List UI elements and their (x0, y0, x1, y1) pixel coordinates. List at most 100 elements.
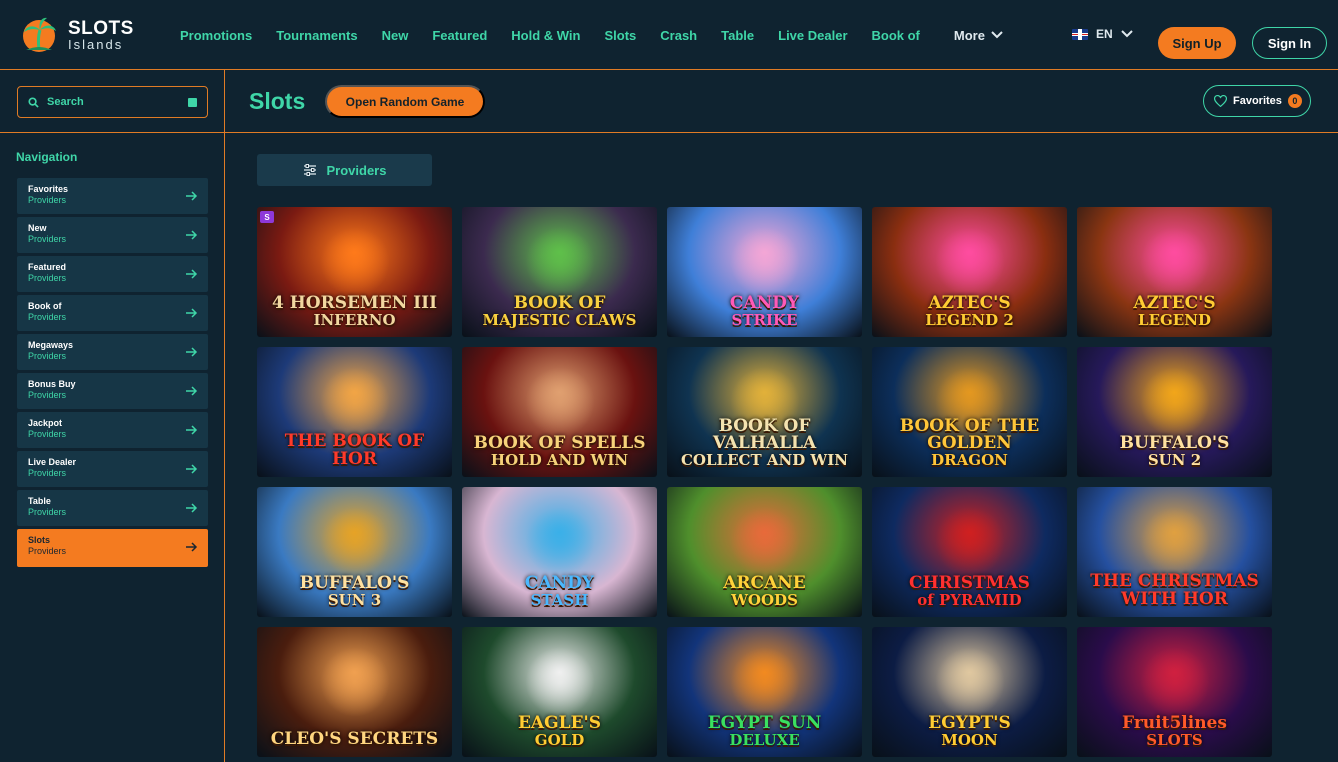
sidebar-item-table[interactable]: Table Providers (17, 490, 208, 526)
game-tile[interactable]: THE CHRISTMAS WITH HOR (1077, 487, 1272, 617)
arrow-right-icon (186, 425, 198, 435)
game-tile[interactable]: BUFFALO'S SUN 3 (257, 487, 452, 617)
game-tile[interactable]: BOOK OF THE GOLDEN DRAGON (872, 347, 1067, 477)
game-subtitle: COLLECT AND WIN (680, 451, 848, 470)
nav-more-dropdown[interactable]: More (954, 28, 1003, 43)
nav-featured[interactable]: Featured (432, 28, 487, 43)
sidebar-item-sublabel: Providers (28, 195, 67, 205)
nav-tournaments[interactable]: Tournaments (276, 28, 357, 43)
sidebar-item-sublabel: Providers (28, 234, 67, 244)
sidebar-item-sublabel: Providers (28, 351, 67, 361)
sidebar-item-sublabel: Providers (28, 312, 67, 322)
game-subtitle: WOODS (731, 591, 798, 610)
sidebar-item-new[interactable]: New Providers (17, 217, 208, 253)
sidebar-item-jackpot[interactable]: Jackpot Providers (17, 412, 208, 448)
game-subtitle: SUN 3 (327, 591, 382, 610)
game-tile[interactable]: AZTEC'S LEGEND 2 (872, 207, 1067, 337)
provider-badge-icon: S (260, 211, 274, 223)
sidebar-item-book-of[interactable]: Book of Providers (17, 295, 208, 331)
game-tile[interactable]: Fruit5lines SLOTS (1077, 627, 1272, 757)
game-artwork (319, 646, 390, 717)
game-artwork (319, 366, 390, 437)
game-subtitle: STRIKE (731, 311, 798, 330)
game-tile[interactable]: BUFFALO'S SUN 2 (1077, 347, 1272, 477)
game-artwork (934, 506, 1005, 577)
search-shortcut-icon (188, 97, 197, 107)
navigation-heading: Navigation (16, 150, 78, 164)
language-selector[interactable]: EN (1072, 27, 1133, 41)
nav-live-dealer[interactable]: Live Dealer (778, 28, 847, 43)
game-subtitle: LEGEND 2 (925, 311, 1014, 330)
sidebar-item-label: Favorites (28, 184, 69, 194)
game-tile[interactable]: BOOK OF MAJESTIC CLAWS (462, 207, 657, 337)
sidebar-item-label: New (28, 223, 47, 233)
chevron-down-icon (1120, 30, 1133, 38)
game-artwork (319, 506, 390, 577)
sidebar-item-bonus-buy[interactable]: Bonus Buy Providers (17, 373, 208, 409)
search-input[interactable]: Search (17, 86, 208, 118)
providers-filter-button[interactable]: Providers (257, 154, 432, 186)
game-artwork (1139, 506, 1210, 577)
game-tile[interactable]: EGYPT SUN DELUXE (667, 627, 862, 757)
game-tile[interactable]: CANDY STRIKE (667, 207, 862, 337)
game-title: BOOK OF VALHALLA (712, 415, 817, 454)
game-tile[interactable]: EAGLE'S GOLD (462, 627, 657, 757)
language-code: EN (1096, 27, 1113, 41)
game-subtitle: SUN 2 (1147, 451, 1202, 470)
nav-book-of[interactable]: Book of (872, 28, 920, 43)
sidebar-item-label: Bonus Buy (28, 379, 76, 389)
game-artwork (524, 226, 595, 297)
logo[interactable]: SLOTS Islands (16, 12, 146, 58)
game-artwork (524, 646, 595, 717)
game-artwork (1139, 646, 1210, 717)
game-artwork (524, 506, 595, 577)
nav-hold-and-win[interactable]: Hold & Win (511, 28, 580, 43)
game-tile[interactable]: AZTEC'S LEGEND (1077, 207, 1272, 337)
game-tile[interactable]: BOOK OF VALHALLA COLLECT AND WIN (667, 347, 862, 477)
sidebar-item-sublabel: Providers (28, 468, 67, 478)
logo-title: SLOTS (68, 18, 134, 39)
arrow-right-icon (186, 386, 198, 396)
nav-table[interactable]: Table (721, 28, 754, 43)
sidebar-item-label: Slots (28, 535, 51, 545)
game-subtitle: LEGEND (1138, 311, 1211, 330)
sidebar-item-label: Featured (28, 262, 67, 272)
sign-in-button[interactable]: Sign In (1252, 27, 1327, 59)
game-title: BOOK OF THE GOLDEN (899, 415, 1040, 454)
nav-crash[interactable]: Crash (660, 28, 697, 43)
favorites-label: Favorites (1233, 95, 1282, 107)
game-tile[interactable]: THE BOOK OF HOR (257, 347, 452, 477)
sign-up-button[interactable]: Sign Up (1158, 27, 1236, 59)
sidebar-item-label: Book of (28, 301, 62, 311)
game-subtitle: MOON (941, 731, 998, 750)
sidebar-item-megaways[interactable]: Megaways Providers (17, 334, 208, 370)
game-subtitle: DELUXE (729, 731, 800, 750)
sidebar-item-live-dealer[interactable]: Live Dealer Providers (17, 451, 208, 487)
sidebar-item-sublabel: Providers (28, 429, 67, 439)
nav-promotions[interactable]: Promotions (180, 28, 252, 43)
game-tile[interactable]: S4 HORSEMEN III INFERNO (257, 207, 452, 337)
arrow-right-icon (186, 347, 198, 357)
game-artwork (1139, 366, 1210, 437)
game-subtitle: GOLD (534, 731, 585, 750)
sidebar-item-featured[interactable]: Featured Providers (17, 256, 208, 292)
game-title: CLEO'S SECRETS (270, 729, 439, 750)
game-tile[interactable]: CANDY STASH (462, 487, 657, 617)
game-tile[interactable]: CLEO'S SECRETS (257, 627, 452, 757)
game-tile[interactable]: CHRISTMAS of PYRAMID (872, 487, 1067, 617)
sliders-icon (303, 164, 316, 176)
nav-slots[interactable]: Slots (604, 28, 636, 43)
heart-icon (1214, 95, 1227, 107)
nav-new[interactable]: New (382, 28, 409, 43)
favorites-button[interactable]: Favorites 0 (1203, 85, 1311, 117)
game-subtitle: of PYRAMID (917, 591, 1022, 610)
game-tile[interactable]: BOOK OF SPELLS HOLD AND WIN (462, 347, 657, 477)
open-random-game-button[interactable]: Open Random Game (325, 85, 485, 118)
sidebar-item-slots[interactable]: Slots Providers (17, 529, 208, 567)
game-tile[interactable]: ARCANE WOODS (667, 487, 862, 617)
sidebar-item-favorites[interactable]: Favorites Providers (17, 178, 208, 214)
game-tile[interactable]: EGYPT'S MOON (872, 627, 1067, 757)
game-artwork (729, 646, 800, 717)
arrow-right-icon (186, 503, 198, 513)
sidebar-nav-list: Favorites Providers New Providers Featur… (17, 178, 208, 570)
